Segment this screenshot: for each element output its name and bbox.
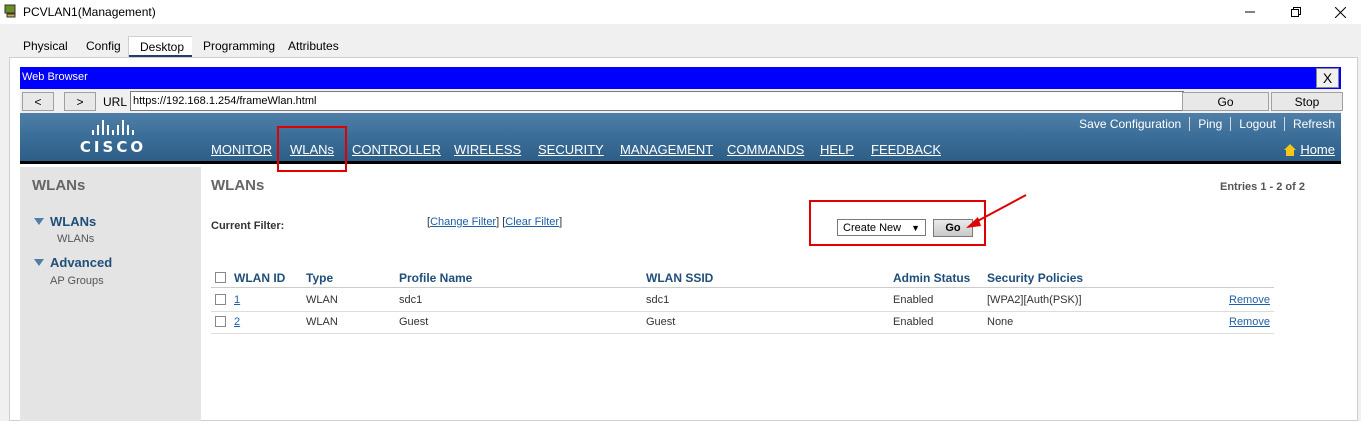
back-button[interactable]: < bbox=[22, 92, 54, 111]
cell-type: WLAN bbox=[306, 316, 338, 328]
column-header-security-policies: Security Policies bbox=[987, 271, 1084, 285]
minimize-button[interactable] bbox=[1227, 0, 1273, 24]
url-field[interactable]: https://192.168.1.254/frameWlan.html bbox=[130, 91, 1184, 111]
column-header-type: Type bbox=[306, 271, 334, 285]
table-row: 2 WLAN Guest Guest Enabled None Remove bbox=[211, 312, 1274, 334]
browser-navbar: < > URL https://192.168.1.254/frameWlan.… bbox=[20, 89, 1343, 113]
tab-programming[interactable]: Programming bbox=[192, 36, 287, 57]
remove-link[interactable]: Remove bbox=[1229, 294, 1270, 306]
table-row: 1 WLAN sdc1 sdc1 Enabled [WPA2][Auth(PSK… bbox=[211, 290, 1274, 312]
tab-desktop[interactable]: Desktop bbox=[128, 36, 197, 58]
sidebar-item-label: WLANs bbox=[50, 214, 97, 229]
wlan-id-link[interactable]: 2 bbox=[234, 316, 240, 328]
packet-tracer-pc-icon bbox=[4, 4, 16, 18]
clear-filter-link[interactable]: Clear Filter bbox=[505, 216, 559, 228]
cell-profile-name: Guest bbox=[399, 316, 429, 328]
cisco-wordmark: CISCO bbox=[79, 138, 147, 156]
tab-physical[interactable]: Physical bbox=[12, 36, 79, 57]
sidebar-item-label: Advanced bbox=[50, 255, 113, 270]
stop-button[interactable]: Stop bbox=[1271, 92, 1343, 111]
sidebar-heading: WLANs bbox=[32, 177, 86, 194]
forward-button[interactable]: > bbox=[64, 92, 96, 111]
sidebar-item-wlans[interactable]: WLANs bbox=[34, 214, 96, 229]
entries-count: Entries 1 - 2 of 2 bbox=[1220, 181, 1305, 193]
cell-ssid: Guest bbox=[646, 316, 676, 328]
window-title: PCVLAN1(Management) bbox=[23, 5, 156, 19]
row-checkbox[interactable] bbox=[215, 294, 226, 305]
cisco-header: CISCO Save Configuration Ping Logout Ref… bbox=[20, 113, 1341, 164]
cell-profile-name: sdc1 bbox=[399, 294, 423, 306]
filter-links: [Change Filter] [Clear Filter] bbox=[427, 216, 563, 228]
menu-feedback[interactable]: FEEDBACK bbox=[871, 142, 941, 157]
tab-config[interactable]: Config bbox=[75, 36, 132, 57]
sidebar-item-advanced[interactable]: Advanced bbox=[34, 255, 112, 270]
menu-help[interactable]: HELP bbox=[820, 142, 854, 157]
url-label: URL bbox=[103, 95, 128, 109]
wlan-table-header: WLAN ID Type Profile Name WLAN SSID Admi… bbox=[211, 268, 1274, 288]
cisco-logo: CISCO bbox=[78, 119, 148, 159]
menu-commands[interactable]: COMMANDS bbox=[727, 142, 804, 157]
web-browser-title: Web Browser bbox=[22, 71, 88, 83]
web-browser-titlebar: Web Browser X bbox=[20, 67, 1341, 89]
column-header-wlan-ssid: WLAN SSID bbox=[646, 271, 714, 285]
home-link[interactable]: Home bbox=[1284, 142, 1335, 157]
cell-type: WLAN bbox=[306, 294, 338, 306]
change-filter-link[interactable]: Change Filter bbox=[430, 216, 496, 228]
sidebar-subitem-ap-groups[interactable]: AP Groups bbox=[50, 275, 104, 287]
current-filter-label: Current Filter: bbox=[211, 220, 285, 232]
expand-triangle-icon bbox=[34, 259, 44, 266]
expand-triangle-icon bbox=[34, 218, 44, 225]
annotation-arrow-icon bbox=[966, 194, 1027, 228]
select-all-checkbox[interactable] bbox=[215, 272, 226, 283]
restore-icon bbox=[1291, 7, 1301, 17]
home-label: Home bbox=[1300, 142, 1335, 157]
cell-security-policies: [WPA2][Auth(PSK)] bbox=[987, 294, 1082, 306]
top-links: Save Configuration Ping Logout Refresh bbox=[1071, 117, 1335, 131]
minimize-icon bbox=[1245, 11, 1255, 13]
cell-security-policies: None bbox=[987, 316, 1014, 328]
cell-admin-status: Enabled bbox=[893, 316, 934, 328]
save-configuration-link[interactable]: Save Configuration bbox=[1071, 117, 1191, 131]
menu-security[interactable]: SECURITY bbox=[538, 142, 604, 157]
home-icon bbox=[1284, 143, 1297, 156]
sidebar-subitem-wlans[interactable]: WLANs bbox=[57, 233, 94, 245]
refresh-link[interactable]: Refresh bbox=[1285, 117, 1335, 131]
annotation-highlight-wlans bbox=[277, 126, 347, 172]
sidebar: WLANs WLANs WLANs Advanced AP Groups bbox=[20, 167, 201, 421]
remove-link[interactable]: Remove bbox=[1229, 316, 1270, 328]
ping-link[interactable]: Ping bbox=[1190, 117, 1232, 131]
web-browser-close-button[interactable]: X bbox=[1316, 68, 1339, 88]
close-icon bbox=[1334, 6, 1346, 18]
column-header-admin-status: Admin Status bbox=[893, 271, 971, 285]
cisco-bars-icon bbox=[78, 119, 148, 135]
page-title: WLANs bbox=[211, 177, 265, 194]
column-header-profile-name: Profile Name bbox=[399, 271, 473, 285]
close-window-button[interactable] bbox=[1317, 0, 1361, 24]
go-button[interactable]: Go bbox=[1182, 92, 1269, 111]
menu-wireless[interactable]: WIRELESS bbox=[454, 142, 521, 157]
wlan-id-link[interactable]: 1 bbox=[234, 294, 240, 306]
column-header-wlan-id: WLAN ID bbox=[234, 271, 286, 285]
row-checkbox[interactable] bbox=[215, 316, 226, 327]
cell-ssid: sdc1 bbox=[646, 294, 670, 306]
tab-attributes[interactable]: Attributes bbox=[277, 36, 350, 57]
window-titlebar: PCVLAN1(Management) bbox=[0, 0, 1361, 24]
menu-monitor[interactable]: MONITOR bbox=[211, 142, 272, 157]
menu-controller[interactable]: CONTROLLER bbox=[352, 142, 441, 157]
logout-link[interactable]: Logout bbox=[1231, 117, 1285, 131]
menu-management[interactable]: MANAGEMENT bbox=[620, 142, 713, 157]
cell-admin-status: Enabled bbox=[893, 294, 934, 306]
restore-button[interactable] bbox=[1273, 0, 1319, 24]
